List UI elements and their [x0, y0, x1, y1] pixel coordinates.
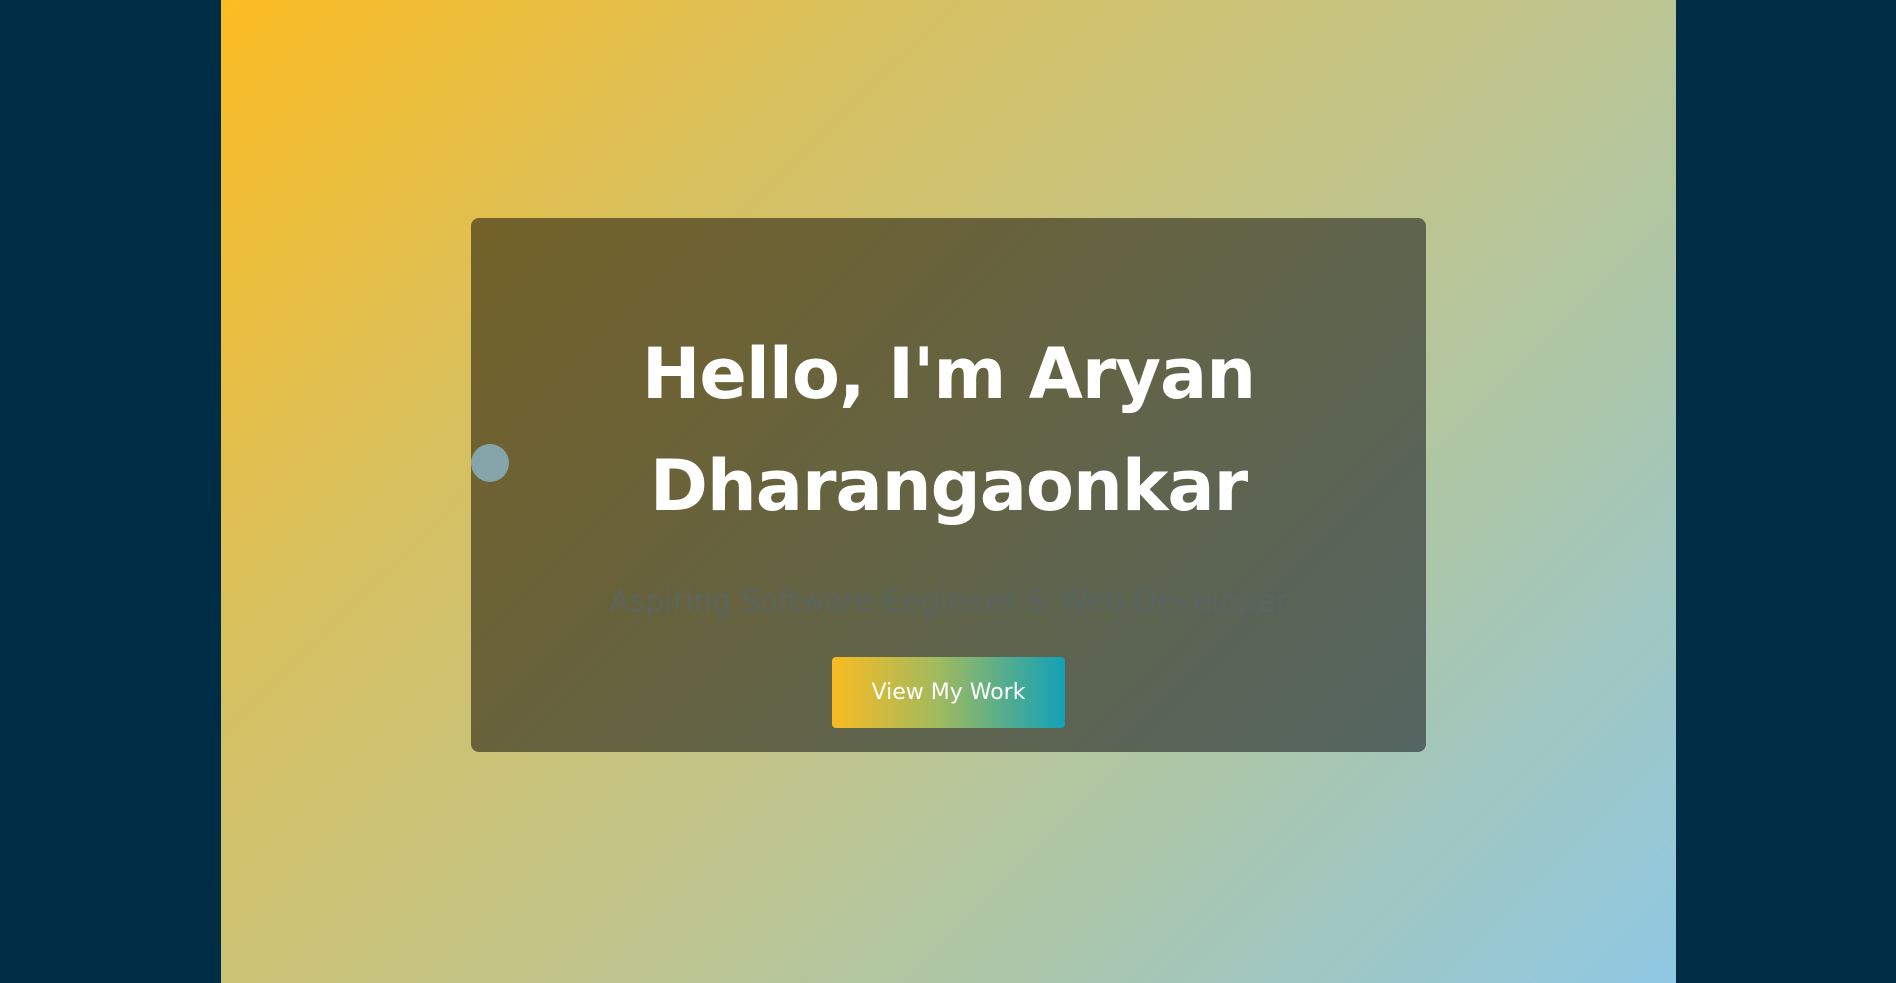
view-my-work-button[interactable]: View My Work [832, 657, 1065, 728]
hero-title-line2: Dharangaonkar [649, 445, 1248, 527]
hero-title-line1: Hello, I'm Aryan [641, 333, 1256, 415]
hero-section: Hello, I'm Aryan Dharangaonkar Aspiring … [221, 0, 1676, 983]
hero-title: Hello, I'm Aryan Dharangaonkar [471, 318, 1426, 542]
hero-subtitle: Aspiring Software Engineer & Web Develop… [609, 584, 1288, 619]
